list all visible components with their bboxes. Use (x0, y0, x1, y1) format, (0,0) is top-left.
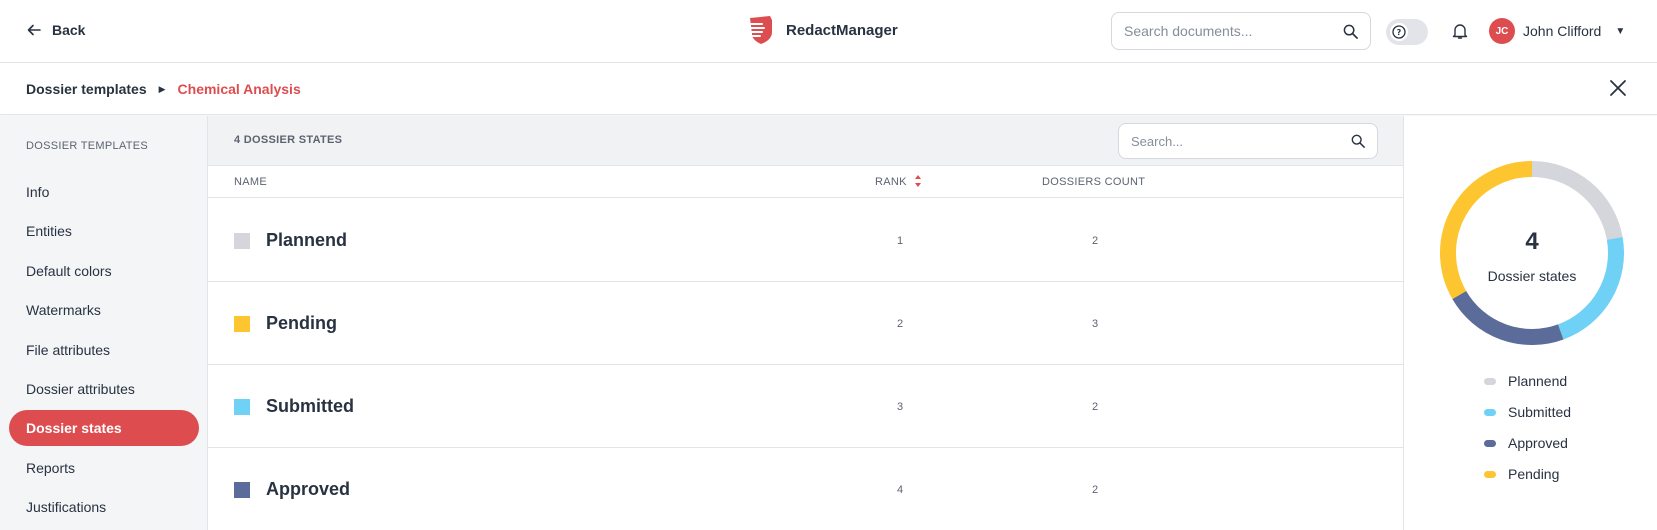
dossier-states-table: 4 DOSSIER STATES Search... NAME RANK DOS… (208, 116, 1403, 530)
sidebar-item-watermarks[interactable]: Watermarks (9, 292, 199, 328)
caret-right-icon: ▶ (158, 83, 166, 94)
column-dossiers-count[interactable]: DOSSIERS COUNT (1042, 176, 1145, 188)
donut-total-label: Dossier states (1487, 268, 1577, 284)
document-search-input[interactable]: Search documents... (1111, 12, 1371, 50)
redact-logo-icon (745, 16, 772, 44)
donut-total: 4 (1525, 228, 1539, 255)
state-name: Pending (266, 313, 337, 333)
legend-item: Submitted (1484, 404, 1571, 420)
caret-down-icon: ▼ (1615, 25, 1626, 37)
donut-segment-approved (1452, 290, 1564, 345)
state-color-swatch (234, 482, 250, 498)
legend-color-dot (1484, 470, 1496, 478)
state-rank: 4 (897, 484, 904, 496)
column-name[interactable]: NAME (234, 176, 267, 188)
sidebar-item-dossier-attributes[interactable]: Dossier attributes (9, 371, 199, 407)
user-name: John Clifford (1523, 23, 1602, 39)
brand: RedactManager (744, 14, 898, 46)
state-dossiers-count: 2 (1092, 235, 1099, 247)
sidebar-item-reports[interactable]: Reports (9, 450, 199, 486)
legend-color-dot (1484, 377, 1496, 385)
sort-icon[interactable] (914, 174, 922, 188)
breadcrumb: Dossier templates ▶ Chemical Analysis (26, 81, 301, 97)
legend-item: Approved (1484, 435, 1568, 451)
table-row[interactable]: Submitted 3 2 (208, 365, 1403, 448)
state-dossiers-count: 2 (1092, 484, 1099, 496)
legend-item: Pending (1484, 466, 1559, 482)
sidebar-item-entities[interactable]: Entities (9, 213, 199, 249)
sidebar-item-file-attributes[interactable]: File attributes (9, 332, 199, 368)
state-rank: 1 (897, 235, 904, 247)
table-row[interactable]: Approved 4 2 (208, 448, 1403, 530)
close-icon[interactable] (1609, 79, 1627, 97)
user-menu[interactable]: JC John Clifford ▼ (1489, 18, 1625, 44)
state-name: Plannend (266, 230, 348, 250)
state-rank: 2 (897, 318, 904, 330)
state-dossiers-count: 3 (1092, 318, 1099, 330)
back-label: Back (52, 22, 86, 38)
table-search-placeholder: Search... (1131, 133, 1184, 149)
svg-text:?: ? (1397, 28, 1402, 37)
sidebar-item-info[interactable]: Info (9, 174, 199, 210)
sidebar-item-default-colors[interactable]: Default colors (9, 253, 199, 289)
brand-name: RedactManager (786, 21, 898, 39)
column-rank[interactable]: RANK (875, 176, 907, 188)
sidebar-item-dossier-states[interactable]: Dossier states (9, 410, 199, 446)
table-header-bar: 4 DOSSIER STATES Search... (208, 116, 1403, 166)
state-color-swatch (234, 316, 250, 332)
document-search-placeholder: Search documents... (1124, 23, 1253, 39)
column-headers: NAME RANK DOSSIERS COUNT (208, 166, 1403, 198)
bell-icon[interactable] (1451, 22, 1469, 40)
table-search-input[interactable]: Search... (1118, 123, 1378, 159)
sidebar: DOSSIER TEMPLATES Info Entities Default … (0, 116, 208, 530)
breadcrumb-dossier-templates[interactable]: Dossier templates (26, 81, 147, 97)
state-color-swatch (234, 399, 250, 415)
states-summary-panel: 4 Dossier states Plannend Submitted Appr… (1403, 116, 1657, 530)
state-dossiers-count: 2 (1092, 401, 1099, 413)
sidebar-item-justifications[interactable]: Justifications (9, 489, 199, 525)
help-icon: ? (1390, 23, 1408, 41)
legend-label: Pending (1508, 466, 1560, 482)
state-rank: 3 (897, 401, 904, 413)
arrow-left-icon (27, 24, 41, 36)
legend-color-dot (1484, 439, 1496, 447)
states-count: 4 DOSSIER STATES (234, 134, 343, 146)
state-name: Approved (266, 479, 351, 499)
search-icon[interactable] (1343, 24, 1358, 39)
state-color-swatch (234, 233, 250, 249)
state-name: Submitted (266, 396, 354, 416)
sidebar-title: DOSSIER TEMPLATES (26, 140, 149, 152)
back-button[interactable]: Back (26, 22, 85, 38)
table-row[interactable]: Pending 2 3 (208, 282, 1403, 365)
help-mode-toggle[interactable]: ? (1386, 19, 1428, 45)
legend-color-dot (1484, 408, 1496, 416)
table-row[interactable]: Plannend 1 2 (208, 199, 1403, 282)
top-bar: Back RedactManager Search documents... ?… (0, 0, 1657, 63)
breadcrumb-current[interactable]: Chemical Analysis (178, 81, 301, 97)
legend-label: Plannend (1508, 373, 1568, 389)
search-icon[interactable] (1351, 134, 1365, 148)
breadcrumb-bar: Dossier templates ▶ Chemical Analysis (0, 63, 1657, 115)
avatar: JC (1489, 18, 1515, 44)
legend-label: Approved (1508, 435, 1568, 451)
legend-item: Plannend (1484, 373, 1567, 389)
legend-label: Submitted (1508, 404, 1572, 420)
